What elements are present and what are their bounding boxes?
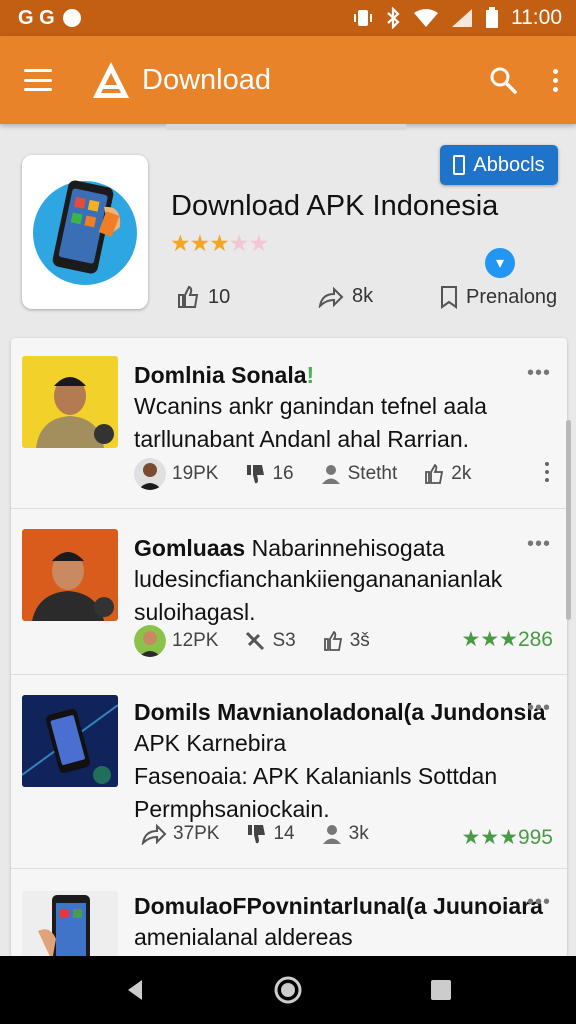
person-icon — [321, 465, 340, 484]
thumbs-down-icon — [248, 825, 266, 844]
meta-views: 19PK — [134, 458, 218, 490]
share-icon — [141, 823, 167, 845]
signal-icon — [452, 9, 472, 27]
search-icon[interactable] — [489, 66, 517, 94]
post-title[interactable]: Gomluaas Nabarinnehisogata — [134, 535, 445, 562]
thumbs-up-icon — [178, 285, 199, 308]
bluetooth-icon — [387, 7, 400, 29]
bookmark-stat[interactable]: Prenalong — [440, 285, 557, 309]
post-meta: 19PK 16 Stetht 2k — [134, 458, 497, 490]
post-more-icon[interactable]: ••• — [527, 362, 551, 385]
meta-dislikes[interactable]: 14 — [245, 823, 295, 845]
more-vert-icon[interactable] — [545, 462, 549, 482]
about-button-label: Abbocls — [473, 153, 545, 176]
post-body: APK Karnebira Fasenoaia: APK Kalanianls … — [134, 730, 498, 822]
post-rating: ★★★286 — [461, 628, 553, 651]
app-name-title: Download APK Indonesia — [171, 190, 499, 222]
post-more-icon[interactable]: ••• — [527, 891, 551, 914]
notification-dot-icon — [62, 9, 81, 27]
post-body: amenialanal alderеas — [134, 924, 353, 950]
post-thumbnail — [22, 529, 118, 621]
meta-shares[interactable]: 37PK — [141, 823, 219, 845]
avatar[interactable] — [134, 458, 166, 490]
thumbs-up-icon — [323, 630, 342, 651]
status-bar: G G 11:00 — [0, 0, 576, 36]
meta-views: 12PK — [134, 625, 218, 657]
home-icon[interactable] — [273, 975, 303, 1005]
meta-likes[interactable]: 3š — [322, 630, 370, 652]
post-item[interactable]: Gomluaas Nabarinnehisogata ••• ludesincf… — [11, 508, 567, 674]
post-item[interactable]: DomulaoFPovnintarlunal(a Juunoiara ••• a… — [11, 868, 567, 958]
post-meta: 37PK 14 3k — [141, 823, 395, 845]
post-thumbnail — [22, 695, 118, 787]
meta-user[interactable]: 3k — [321, 823, 369, 845]
bookmark-label: Prenalong — [466, 285, 558, 308]
likes-count: 10 — [208, 285, 231, 308]
thumbs-down-icon — [247, 465, 265, 484]
post-item[interactable]: Domils Mavnianoladonal(a Jundonsla ••• A… — [11, 674, 567, 868]
post-body: Wcanins ankr ganindan tefnel aala tarllu… — [134, 393, 487, 452]
meta-user[interactable]: Stetht — [320, 463, 397, 485]
share-icon — [318, 286, 344, 308]
device-icon — [453, 155, 466, 175]
app-icon-image[interactable] — [22, 155, 148, 309]
post-feed[interactable]: Domlnia Sonala! ••• Wcanins ankr ganinda… — [11, 338, 567, 958]
back-icon[interactable] — [122, 977, 148, 1003]
likes-stat[interactable]: 10 — [176, 285, 230, 309]
status-right: 11:00 — [353, 6, 562, 30]
status-left-text: G G — [18, 6, 55, 29]
more-vert-icon[interactable] — [553, 68, 558, 92]
battery-icon — [486, 7, 498, 28]
vibrate-icon — [354, 10, 372, 26]
post-thumbnail — [22, 356, 118, 448]
menu-icon[interactable] — [24, 69, 52, 91]
wifi-icon — [414, 9, 438, 27]
chat-bubble-icon[interactable]: ▾ — [485, 248, 515, 278]
status-left: G G — [18, 7, 81, 30]
status-time: 11:00 — [511, 6, 562, 29]
post-item[interactable]: Domlnia Sonala! ••• Wcanins ankr ganinda… — [11, 338, 567, 508]
post-title[interactable]: DomulaoFPovnintarlunal(a Juunoiara — [134, 893, 543, 920]
app-title: Download — [142, 63, 271, 96]
person-icon — [322, 825, 341, 844]
shares-stat[interactable]: 8k — [318, 285, 373, 308]
bookmark-icon — [441, 286, 457, 309]
post-title[interactable]: Domlnia Sonala! — [134, 362, 314, 389]
shares-count: 8k — [352, 285, 374, 307]
feed-scrollbar[interactable] — [566, 420, 571, 620]
tools-icon — [246, 631, 265, 651]
app-bar: Download — [0, 36, 576, 124]
post-more-icon[interactable]: ••• — [527, 533, 551, 556]
meta-tools[interactable]: S3 — [244, 630, 296, 652]
post-title[interactable]: Domils Mavnianoladonal(a Jundonsla — [134, 699, 546, 726]
post-body: ludesincfianchankiienganananianlak suloi… — [134, 566, 503, 625]
post-meta: 12PK S3 3š — [134, 625, 396, 657]
post-thumbnail — [22, 891, 118, 958]
meta-likes[interactable]: 2k — [423, 463, 471, 485]
app-logo-icon — [93, 62, 129, 98]
app-header: Abbocls Download APK Indonesia ★★★★★ ▾ 1… — [0, 130, 576, 330]
avatar[interactable] — [134, 625, 166, 657]
navigation-bar — [0, 956, 576, 1024]
recents-icon[interactable] — [428, 977, 454, 1003]
post-more-icon[interactable]: ••• — [527, 697, 551, 720]
thumbs-up-icon — [425, 463, 444, 484]
about-button[interactable]: Abbocls — [440, 145, 558, 185]
post-rating: ★★★995 — [461, 826, 553, 849]
app-rating-stars: ★★★★★ — [170, 230, 269, 256]
meta-dislikes[interactable]: 16 — [244, 463, 294, 485]
